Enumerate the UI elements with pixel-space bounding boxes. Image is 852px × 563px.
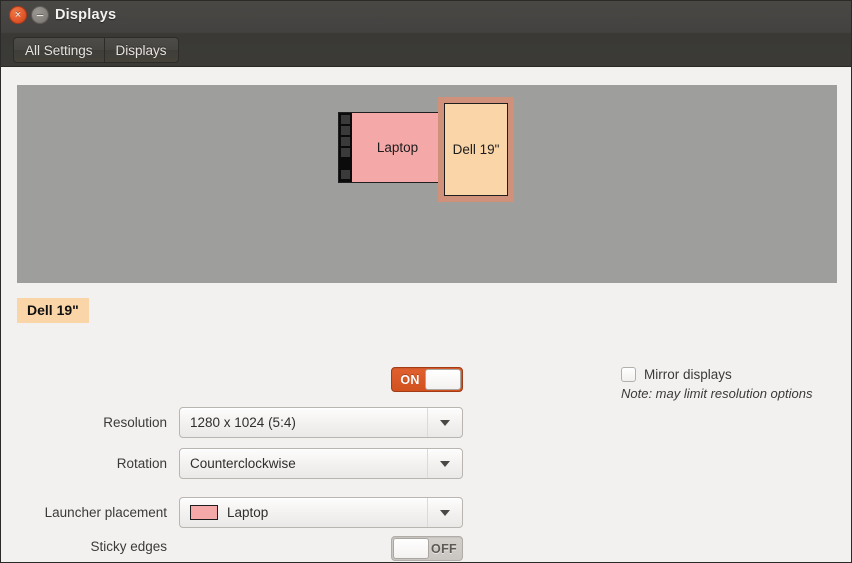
displays-settings-window: × − Displays All Settings Displays Lapto… [0,0,852,563]
unity-launcher-strip [339,113,352,182]
rotation-value: Counterclockwise [190,456,296,471]
sticky-edges-toggle-label: OFF [431,541,457,556]
monitor-laptop[interactable]: Laptop [338,112,445,183]
mirror-displays-label: Mirror displays [644,367,732,382]
resolution-dropdown-arrow[interactable] [427,408,462,437]
launcher-placement-color-swatch [190,505,218,520]
sticky-edges-toggle-knob [393,538,429,559]
chevron-down-icon [440,419,450,426]
rotation-dropdown[interactable]: Counterclockwise [179,448,463,479]
resolution-value: 1280 x 1024 (5:4) [190,415,296,430]
launcher-icon [341,170,350,179]
sticky-edges-label: Sticky edges [90,539,167,554]
launcher-placement-label: Launcher placement [44,505,167,520]
resolution-row: Resolution 1280 x 1024 (5:4) [103,407,463,438]
mirror-displays-checkbox[interactable] [621,367,636,382]
launcher-icon [341,115,350,124]
mirror-displays-block: Mirror displays Note: may limit resoluti… [621,367,843,401]
resolution-label: Resolution [103,415,167,430]
display-power-toggle-label: ON [400,372,420,387]
rotation-label: Rotation [116,456,167,471]
launcher-icon [341,159,350,168]
rotation-row: Rotation Counterclockwise [117,448,463,479]
chevron-down-icon [440,460,450,467]
monitor-dell-19-label: Dell 19" [452,142,500,157]
display-arrangement-preview[interactable]: Laptop Dell 19" [17,85,837,283]
monitor-laptop-label: Laptop [376,140,419,155]
chevron-down-icon [440,509,450,516]
rotation-dropdown-arrow[interactable] [427,449,462,478]
launcher-icon [341,126,350,135]
close-icon[interactable]: × [9,6,27,24]
selected-display-badge: Dell 19" [17,298,89,323]
minimize-icon[interactable]: − [31,6,49,24]
launcher-placement-dropdown[interactable]: Laptop [179,497,463,528]
launcher-placement-dropdown-arrow[interactable] [427,498,462,527]
launcher-icon [341,148,350,157]
display-power-toggle-knob [425,369,461,390]
content-area: Laptop Dell 19" Dell 19" ON Resolution 1… [1,67,851,562]
launcher-placement-value-wrap: Laptop [180,505,427,520]
sticky-edges-toggle[interactable]: OFF [391,536,463,561]
resolution-dropdown[interactable]: 1280 x 1024 (5:4) [179,407,463,438]
window-controls: × − [9,6,49,24]
mirror-displays-note: Note: may limit resolution options [621,386,813,401]
launcher-icon [341,137,350,146]
tab-displays[interactable]: Displays [103,37,179,63]
monitor-dell-19-screen: Dell 19" [444,103,508,196]
monitor-dell-19[interactable]: Dell 19" [438,97,514,202]
monitor-laptop-screen: Laptop [338,112,445,183]
window-title: Displays [55,7,117,23]
title-bar: × − Displays All Settings Displays [1,1,851,67]
toolbar-tabs: All Settings Displays [13,37,179,63]
launcher-placement-value: Laptop [227,505,269,520]
mirror-displays-row[interactable]: Mirror displays [621,367,843,382]
tab-all-settings[interactable]: All Settings [13,37,104,63]
display-power-toggle[interactable]: ON [391,367,463,392]
launcher-placement-row: Launcher placement Laptop [45,497,463,528]
